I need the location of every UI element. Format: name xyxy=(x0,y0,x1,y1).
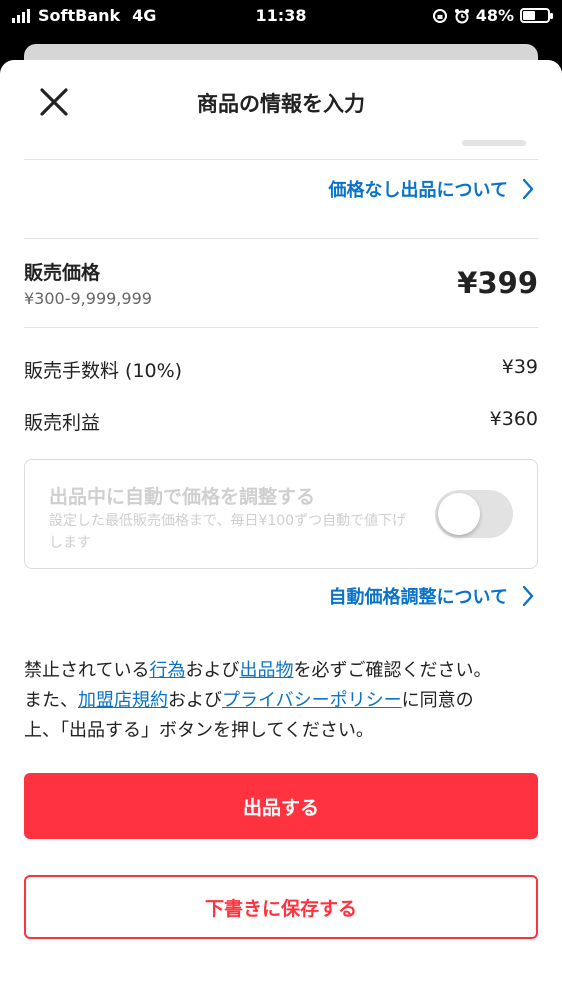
scroll-indicator xyxy=(462,140,526,146)
price-free-link[interactable]: 価格なし出品について xyxy=(329,176,534,202)
auto-adjust-toggle[interactable] xyxy=(435,490,513,538)
profit-label: 販売利益 xyxy=(24,412,101,434)
submit-listing-button[interactable]: 出品する xyxy=(24,773,538,839)
battery-fill xyxy=(523,11,535,20)
fee-value: ¥39 xyxy=(501,356,538,378)
notice-text: および xyxy=(185,660,240,681)
auto-adjust-title: 出品中に自動で価格を調整する xyxy=(49,486,316,508)
price-label: 販売価格 xyxy=(24,262,101,284)
price-value[interactable]: ¥399 xyxy=(457,266,538,300)
divider xyxy=(24,238,538,239)
notice-text: に同意の xyxy=(401,690,474,711)
auto-adjust-link-label: 自動価格調整について xyxy=(328,587,508,608)
notice-text: を必ずご確認ください。 xyxy=(293,660,492,681)
page-title: 商品の情報を入力 xyxy=(197,92,365,116)
status-bar: SoftBank 4G 11:38 48% xyxy=(0,0,562,34)
terms-notice: 禁止されている行為および出品物を必ずご確認ください。 また、加盟店規約およびプラ… xyxy=(24,656,544,746)
notice-text: また、 xyxy=(24,690,78,711)
notice-text: 上、「出品する」ボタンを押してください。 xyxy=(24,720,374,741)
battery-icon xyxy=(520,8,553,23)
orientation-lock-icon xyxy=(432,8,447,23)
price-range: ¥300-9,999,999 xyxy=(24,289,152,308)
merchant-terms-link[interactable]: 加盟店規約 xyxy=(78,690,168,711)
privacy-policy-link[interactable]: プライバシーポリシー xyxy=(222,690,402,711)
chevron-right-icon xyxy=(522,585,534,607)
save-draft-button[interactable]: 下書きに保存する xyxy=(24,875,538,939)
divider xyxy=(24,159,538,160)
notice-text: 禁止されている xyxy=(24,660,150,681)
notice-text: および xyxy=(168,690,222,711)
chevron-right-icon xyxy=(522,178,534,200)
sheet-header: 商品の情報を入力 xyxy=(0,60,562,142)
prohibited-acts-link[interactable]: 行為 xyxy=(149,660,185,681)
fee-label: 販売手数料 (10%) xyxy=(24,360,183,382)
auto-price-adjust-panel: 出品中に自動で価格を調整する 設定した最低販売価格まで、毎日¥100ずつ自動で値… xyxy=(24,459,538,569)
prohibited-items-link[interactable]: 出品物 xyxy=(239,660,293,681)
divider xyxy=(24,327,538,328)
bottom-sheet: 商品の情報を入力 価格なし出品について 販売価格 ¥300-9,999,999 … xyxy=(0,60,562,999)
battery-percent: 48% xyxy=(475,6,514,25)
status-right: 48% xyxy=(432,6,553,25)
profit-value: ¥360 xyxy=(489,408,538,430)
alarm-icon xyxy=(454,8,469,23)
toggle-knob xyxy=(438,493,480,535)
price-free-link-label: 価格なし出品について xyxy=(328,180,508,201)
auto-adjust-description: 設定した最低販売価格まで、毎日¥100ずつ自動で値下げします xyxy=(49,513,407,551)
auto-adjust-link[interactable]: 自動価格調整について xyxy=(329,583,534,609)
